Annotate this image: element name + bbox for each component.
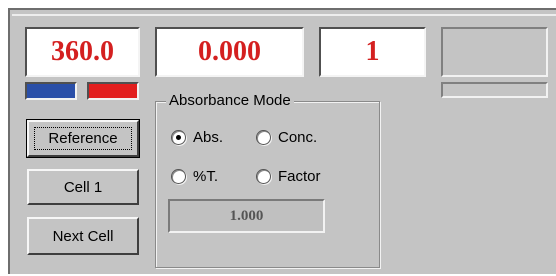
blank-status-strip [441, 82, 548, 98]
cell1-button[interactable]: Cell 1 [27, 169, 139, 205]
absorbance-readout: 0.000 [155, 27, 304, 77]
factor-value-field: 1.000 [168, 199, 325, 233]
focus-rectangle [34, 127, 132, 150]
radio-selected-dot-icon [176, 135, 181, 140]
radio-percent-t-label: %T. [193, 168, 219, 185]
radio-conc-icon[interactable] [256, 130, 271, 145]
radio-abs-label: Abs. [193, 129, 224, 146]
radio-conc-label: Conc. [278, 129, 318, 146]
absorbance-mode-title: Absorbance Mode [166, 92, 294, 109]
radio-abs[interactable]: Abs. [171, 129, 223, 146]
blue-indicator [25, 82, 77, 100]
next-cell-button-label: Next Cell [52, 227, 114, 245]
cell1-button-label: Cell 1 [63, 178, 103, 196]
radio-factor[interactable]: Factor [256, 168, 321, 185]
radio-conc[interactable]: Conc. [256, 129, 317, 146]
reference-button[interactable]: Reference [26, 119, 140, 158]
radio-factor-icon[interactable] [256, 169, 271, 184]
cell-number-readout: 1 [319, 27, 426, 77]
next-cell-button[interactable]: Next Cell [27, 217, 139, 255]
radio-percent-t-icon[interactable] [171, 169, 186, 184]
radio-abs-icon[interactable] [171, 130, 186, 145]
radio-percent-t[interactable]: %T. [171, 168, 218, 185]
blank-display [441, 27, 548, 77]
red-indicator [87, 82, 139, 100]
wavelength-readout: 360.0 [25, 27, 140, 77]
panel-highlight [12, 14, 556, 16]
radio-factor-label: Factor [278, 168, 321, 185]
